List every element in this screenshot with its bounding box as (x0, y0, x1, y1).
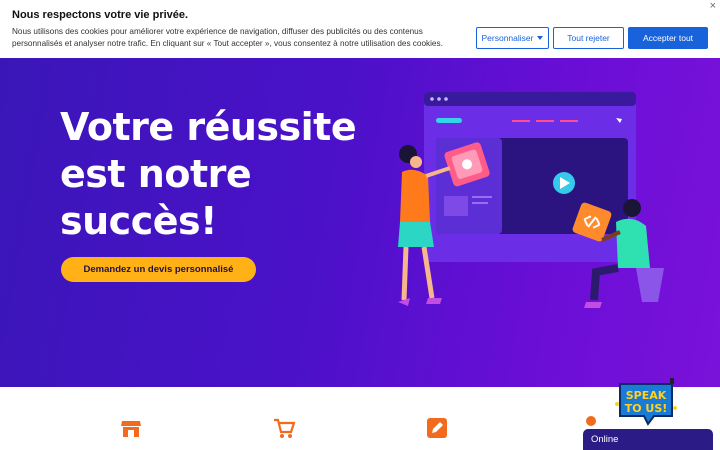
store-icon (121, 421, 141, 437)
edit-icon (427, 418, 447, 438)
customize-button[interactable]: Personnaliser (476, 27, 549, 49)
reject-all-button[interactable]: Tout rejeter (553, 27, 624, 49)
hero-title: Votre réussite est notre succès! (60, 105, 357, 243)
hero-illustration (398, 92, 664, 308)
live-chat-tab[interactable]: Online (583, 429, 713, 450)
caret-down-icon (537, 36, 544, 40)
cookie-title: Nous respectons votre vie privée. (12, 9, 189, 21)
customize-label: Personnaliser (481, 33, 534, 43)
cookie-text: Nous utilisons des cookies pour améliore… (12, 27, 443, 48)
speak-line2: TO US! (625, 402, 668, 415)
chat-status: Online (591, 434, 619, 445)
speak-to-us-badge[interactable]: SPEAK TO US! (614, 378, 678, 426)
cookie-banner: Nous respectons votre vie privée. Nous u… (0, 0, 720, 58)
close-icon[interactable]: × (710, 0, 716, 12)
shopping-cart-icon (274, 418, 295, 438)
accept-all-button[interactable]: Accepter tout (628, 27, 708, 49)
quote-request-button[interactable]: Demandez un devis personnalisé (61, 257, 256, 282)
hero-section: Votre réussite est notre succès! Demande… (0, 58, 720, 387)
speak-line1: SPEAK (626, 389, 667, 402)
speak-bubble-icon: SPEAK TO US! (615, 378, 677, 426)
